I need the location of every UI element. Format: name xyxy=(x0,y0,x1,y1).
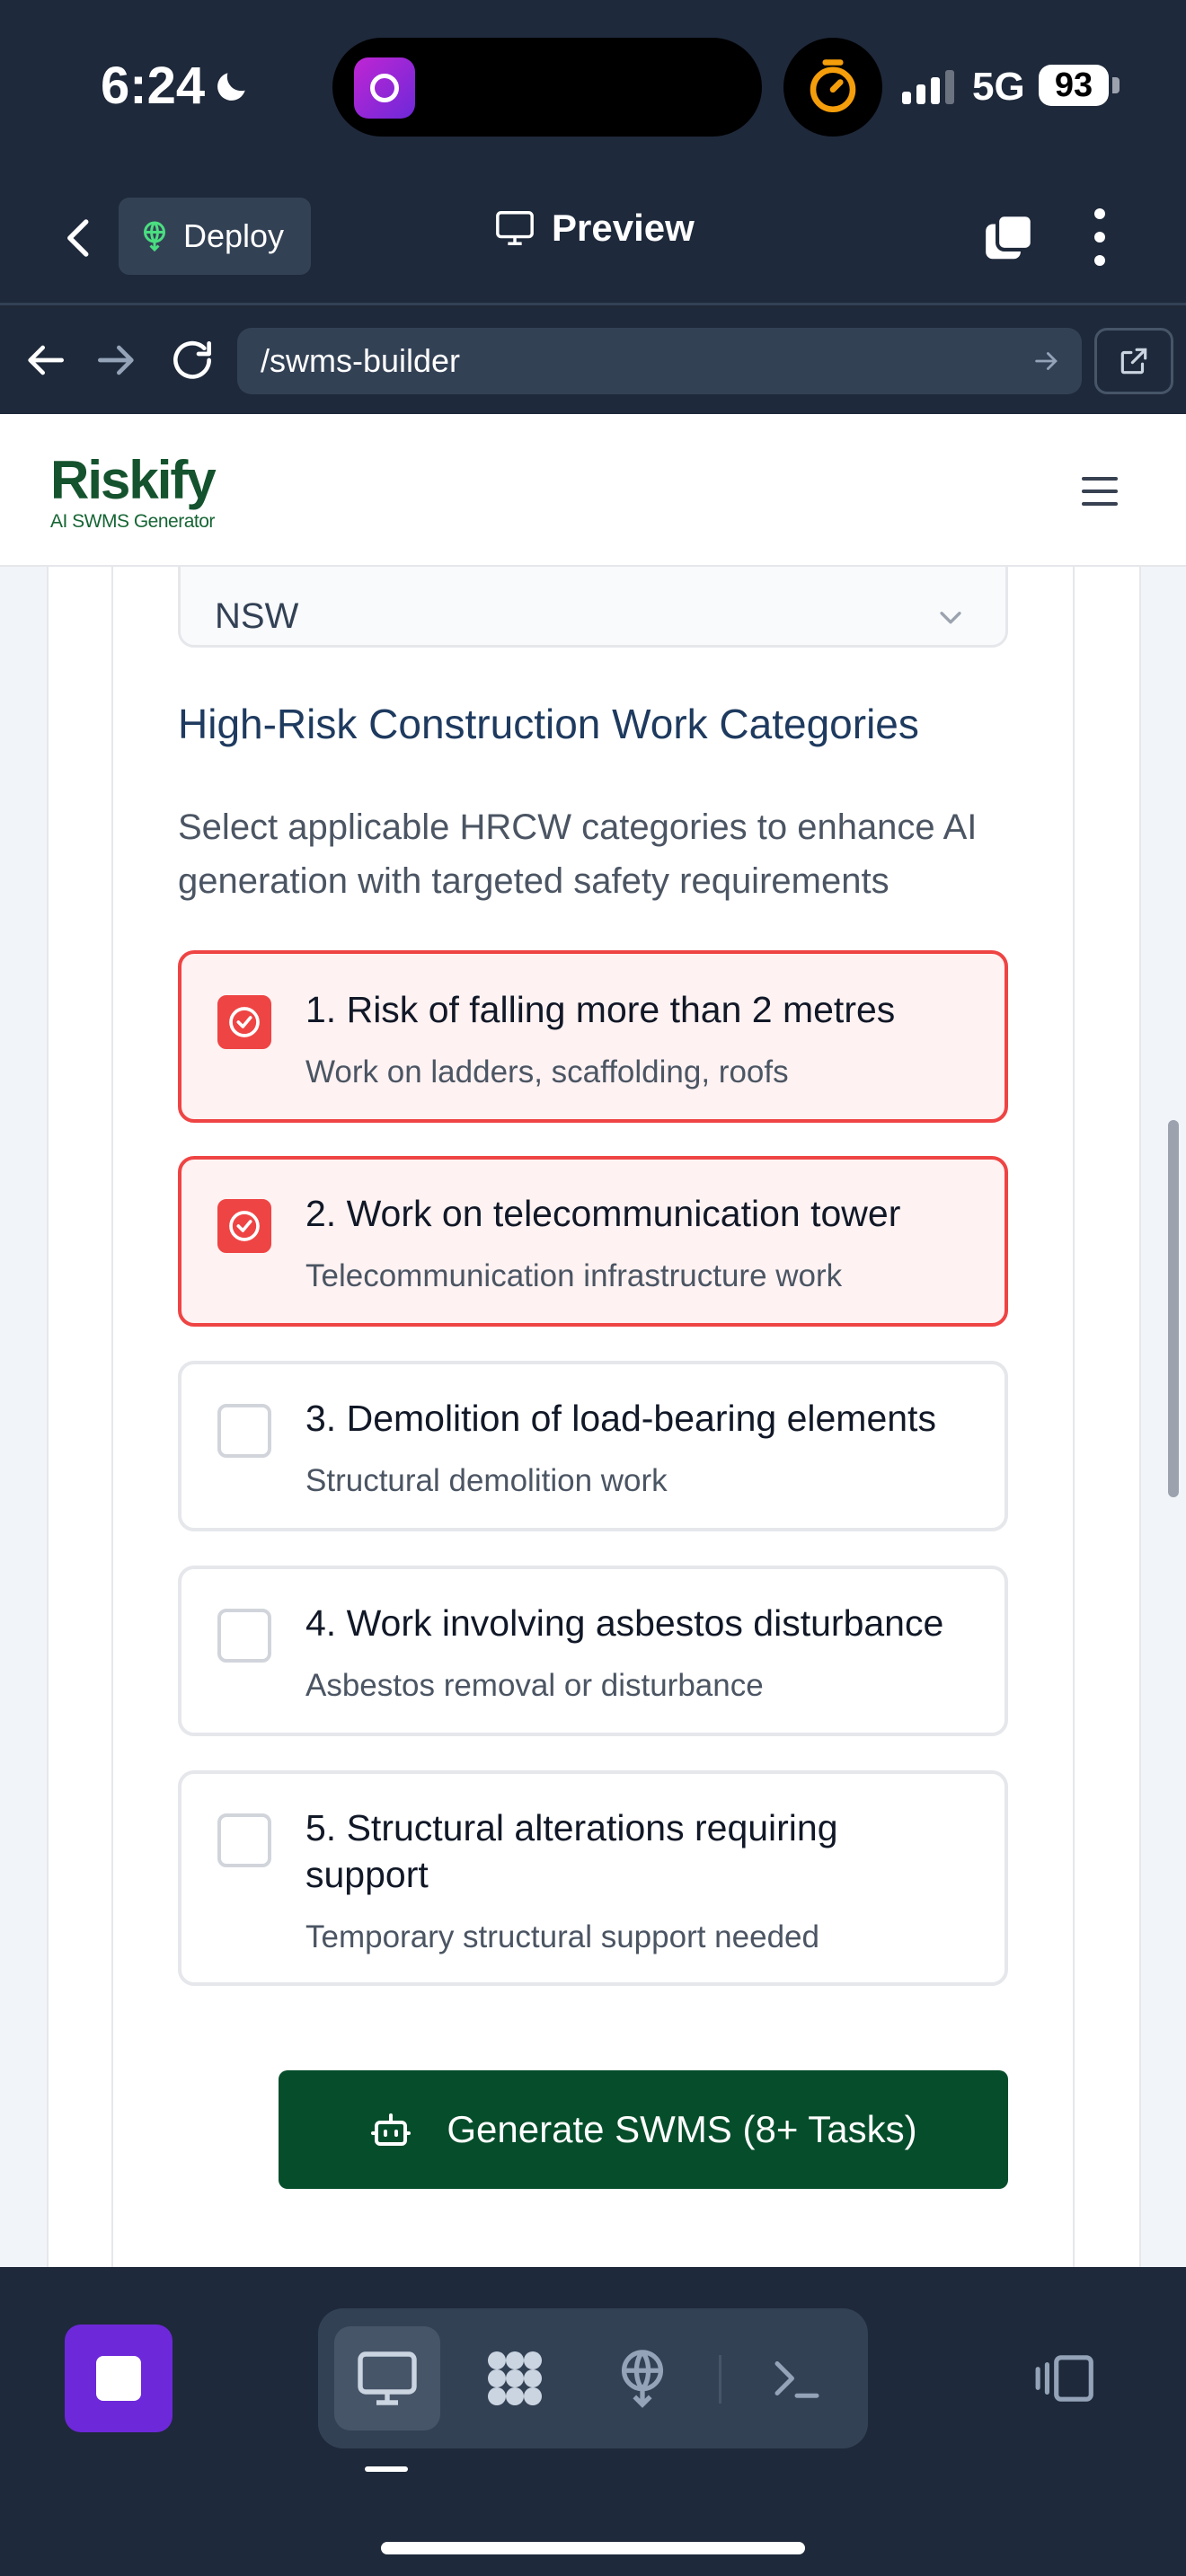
checkbox-unchecked[interactable] xyxy=(217,1813,271,1867)
menu-icon[interactable] xyxy=(1082,477,1118,506)
deploy-icon xyxy=(621,2350,664,2408)
apps-icon xyxy=(488,2351,542,2405)
dynamic-island xyxy=(332,38,762,137)
bottom-toolbar xyxy=(0,2267,1186,2576)
battery-tip xyxy=(1112,77,1120,93)
go-arrow-icon[interactable] xyxy=(1031,346,1062,376)
app-header: Deploy Preview xyxy=(0,171,1186,305)
home-indicator[interactable] xyxy=(381,2542,805,2554)
tool-group xyxy=(318,2308,868,2448)
signal-icon xyxy=(902,68,954,104)
monitor-icon xyxy=(358,2351,417,2405)
riskify-logo[interactable]: Riskify AI SWMS Generator xyxy=(50,454,217,533)
hrcw-option-4[interactable]: 4. Work involving asbestos disturbance A… xyxy=(178,1566,1008,1736)
tool-divider xyxy=(719,2355,721,2404)
more-options-icon[interactable] xyxy=(1091,208,1109,266)
chevron-down-icon xyxy=(940,612,961,624)
site-header: Riskify AI SWMS Generator xyxy=(0,414,1186,567)
hrcw-option-3[interactable]: 3. Demolition of load-bearing elements S… xyxy=(178,1361,1008,1531)
external-link-icon xyxy=(1120,348,1147,375)
hrcw-option-5[interactable]: 5. Structural alterations requiring supp… xyxy=(178,1770,1008,1986)
monitor-icon xyxy=(496,211,534,245)
stop-button[interactable] xyxy=(65,2325,173,2432)
network-type: 5G xyxy=(972,65,1025,109)
deploy-tool[interactable] xyxy=(589,2326,695,2430)
back-arrow-icon[interactable] xyxy=(20,335,70,385)
preview-title: Preview xyxy=(494,207,695,250)
section-title: High-Risk Construction Work Categories xyxy=(178,701,919,747)
side-panel-icon[interactable] xyxy=(1033,2350,1098,2407)
forward-arrow-icon[interactable] xyxy=(92,335,142,385)
scrollbar-thumb[interactable] xyxy=(1168,1120,1179,1497)
check-circle-icon xyxy=(229,1211,260,1241)
moon-icon xyxy=(217,72,245,101)
stop-icon xyxy=(96,2356,141,2401)
checkbox-unchecked[interactable] xyxy=(217,1404,271,1458)
section-description: Select applicable HRCW categories to enh… xyxy=(178,807,978,901)
url-input[interactable]: /swms-builder xyxy=(237,328,1082,394)
open-external-button[interactable] xyxy=(1094,328,1173,394)
website-viewport: Riskify AI SWMS Generator NSW High-Risk … xyxy=(0,414,1186,2267)
active-tab-indicator xyxy=(365,2466,408,2472)
deploy-icon xyxy=(144,221,165,252)
status-bar: 6:24 5G 93 xyxy=(0,0,1186,171)
preview-tool[interactable] xyxy=(334,2326,440,2430)
status-time: 6:24 xyxy=(101,56,252,116)
url-bar: /swms-builder xyxy=(0,308,1186,414)
generate-swms-button[interactable]: Generate SWMS (8+ Tasks) xyxy=(279,2070,1008,2189)
terminal-tool[interactable] xyxy=(744,2326,850,2430)
back-chevron-icon[interactable] xyxy=(56,214,104,262)
hrcw-option-1[interactable]: 1. Risk of falling more than 2 metres Wo… xyxy=(178,950,1008,1123)
checkbox-checked[interactable] xyxy=(217,1199,271,1253)
tabs-icon[interactable] xyxy=(981,210,1037,266)
battery-level: 93 xyxy=(1039,65,1109,106)
bot-icon xyxy=(371,2113,412,2146)
terminal-icon xyxy=(774,2361,819,2398)
reload-icon[interactable] xyxy=(167,335,217,385)
deploy-button[interactable]: Deploy xyxy=(119,198,311,275)
checkbox-checked[interactable] xyxy=(217,995,271,1049)
hrcw-option-2[interactable]: 2. Work on telecommunication tower Telec… xyxy=(178,1156,1008,1327)
timer-icon xyxy=(783,38,882,137)
app-activity-icon xyxy=(354,57,415,119)
apps-tool[interactable] xyxy=(462,2326,568,2430)
check-circle-icon xyxy=(229,1007,260,1037)
checkbox-unchecked[interactable] xyxy=(217,1609,271,1663)
